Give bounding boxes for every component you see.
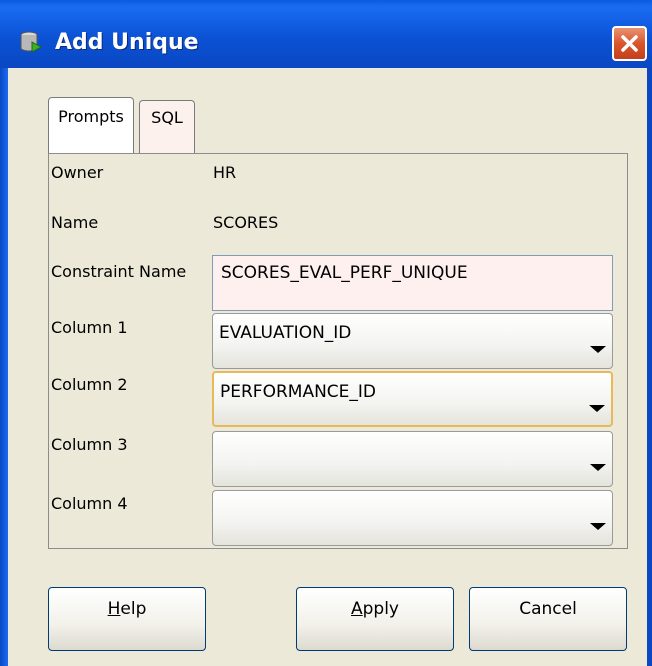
apply-button[interactable]: Apply — [296, 587, 454, 651]
tab-sql[interactable]: SQL — [139, 100, 195, 154]
tab-prompts-label: Prompts — [58, 107, 124, 126]
column-3-label: Column 3 — [51, 435, 128, 454]
help-label-rest: elp — [120, 599, 147, 619]
name-label: Name — [51, 213, 99, 232]
cancel-button[interactable]: Cancel — [469, 587, 627, 651]
column-2-select[interactable]: PERFORMANCE_ID — [212, 371, 613, 427]
owner-label: Owner — [51, 163, 104, 182]
name-value: SCORES — [213, 213, 279, 232]
add-unique-dialog: Add Unique Prompts SQL Owner HR Name SCO… — [0, 0, 652, 666]
constraint-name-value: SCORES_EVAL_PERF_UNIQUE — [221, 263, 468, 283]
column-1-label: Column 1 — [51, 318, 128, 337]
constraint-name-label: Constraint Name — [51, 262, 187, 281]
column-4-label: Column 4 — [51, 494, 128, 513]
column-2-label: Column 2 — [51, 375, 128, 394]
close-icon — [621, 35, 638, 52]
window-title: Add Unique — [55, 30, 199, 55]
owner-value: HR — [213, 163, 237, 182]
database-icon — [20, 31, 43, 53]
help-button[interactable]: Help — [48, 587, 206, 651]
column-4-select[interactable] — [212, 490, 613, 546]
chevron-down-icon — [590, 464, 606, 471]
help-mnemonic: H — [107, 599, 121, 619]
title-bar[interactable]: Add Unique — [0, 0, 652, 68]
tab-sql-label: SQL — [151, 108, 183, 127]
column-3-select[interactable] — [212, 431, 613, 487]
column-1-value: EVALUATION_ID — [219, 323, 352, 343]
tab-prompts[interactable]: Prompts — [48, 97, 134, 154]
close-button[interactable] — [612, 26, 647, 61]
window-frame-right — [647, 68, 652, 666]
chevron-down-icon — [589, 405, 605, 412]
chevron-down-icon — [590, 523, 606, 530]
cancel-label: Cancel — [519, 599, 577, 619]
apply-label-rest: pply — [362, 599, 399, 619]
apply-mnemonic: A — [350, 599, 363, 619]
column-1-select[interactable]: EVALUATION_ID — [212, 313, 613, 369]
column-2-value: PERFORMANCE_ID — [220, 382, 377, 402]
chevron-down-icon — [590, 346, 606, 353]
window-frame-left — [0, 68, 8, 666]
constraint-name-field[interactable]: SCORES_EVAL_PERF_UNIQUE — [212, 255, 613, 311]
